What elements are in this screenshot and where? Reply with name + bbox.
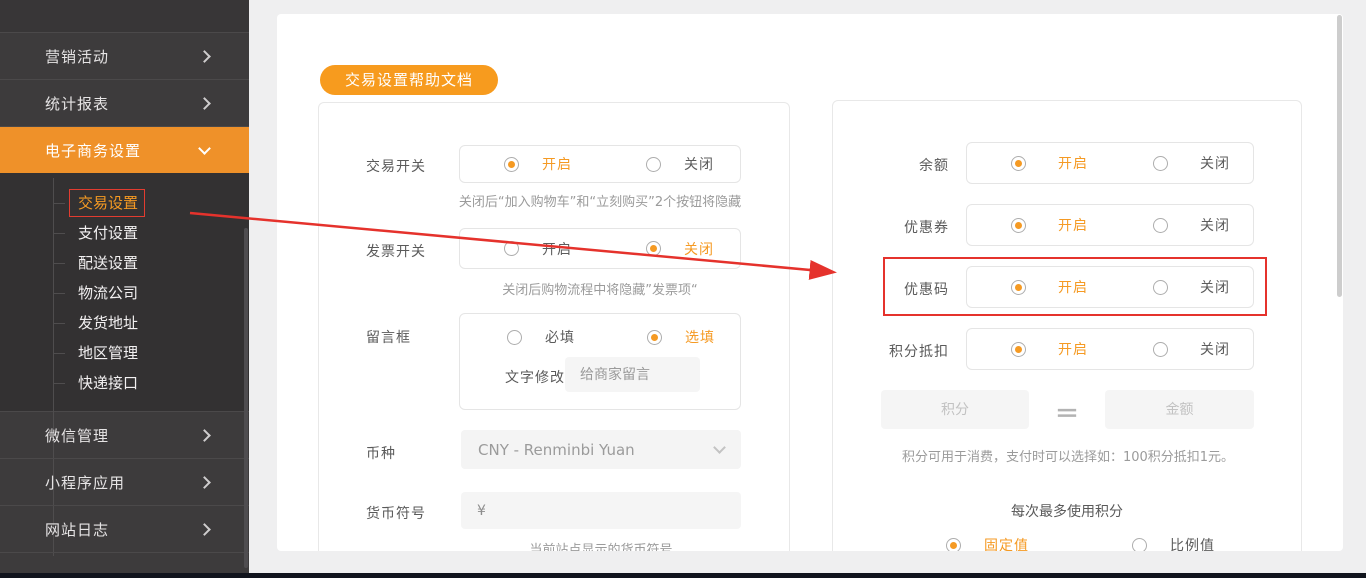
radio-off-option[interactable]: 关闭 — [1153, 339, 1230, 359]
radio-selected-icon — [1011, 279, 1026, 295]
sidebar-item-label: 统计报表 — [45, 94, 110, 113]
sidebar-item-label: 微信管理 — [45, 426, 110, 445]
balance-switch-group: 开启 关闭 — [966, 142, 1254, 184]
radio-on-option[interactable]: 开启 — [504, 239, 572, 259]
radio-unselected-icon — [1132, 537, 1147, 551]
radio-optional-option[interactable]: 选填 — [647, 327, 715, 347]
radio-on-option[interactable]: 开启 — [504, 154, 572, 174]
transaction-switch-label: 交易开关 — [366, 159, 426, 175]
radio-ratio-value-option[interactable]: 比例值 — [1132, 535, 1215, 551]
radio-selected-icon — [1011, 341, 1026, 357]
radio-unselected-icon — [507, 329, 522, 345]
radio-unselected-icon — [646, 156, 661, 172]
sidebar-scrollbar[interactable] — [244, 228, 248, 568]
coupon-code-switch-group: 开启 关闭 — [966, 266, 1254, 308]
radio-selected-icon — [647, 329, 662, 345]
text-modify-label: 文字修改 — [505, 370, 565, 386]
submenu-item-logistics-company[interactable]: 物流公司 — [52, 278, 138, 308]
coupon-code-label: 优惠码 — [904, 282, 949, 298]
chevron-right-icon — [198, 96, 211, 110]
radio-unselected-icon — [1153, 279, 1168, 295]
transaction-switch-group: 开启 关闭 — [459, 145, 741, 183]
sidebar-item-miniprogram[interactable]: 小程序应用 — [0, 459, 249, 506]
ecommerce-submenu: 交易设置 支付设置 配送设置 物流公司 发货地址 地区管理 快递接口 — [0, 173, 249, 556]
radio-unselected-icon — [1153, 341, 1168, 357]
message-box-group: 必填 选填 文字修改 — [459, 313, 741, 410]
sidebar-item-wechat[interactable]: 微信管理 — [0, 412, 249, 459]
invoice-switch-helper: 关闭后购物流程中将隐藏”发票项“ — [502, 283, 698, 298]
sidebar: 营销活动 统计报表 电子商务设置 交易设置 支付设置 配送设置 物流公司 发货地… — [0, 0, 249, 573]
radio-unselected-icon — [1153, 155, 1168, 171]
balance-label: 余额 — [919, 158, 949, 174]
radio-off-option[interactable]: 关闭 — [646, 154, 714, 174]
sidebar-item-label: 营销活动 — [45, 47, 110, 66]
chevron-right-icon — [198, 475, 211, 489]
points-input[interactable] — [881, 390, 1029, 429]
chevron-down-icon — [713, 441, 726, 454]
sidebar-item-statistics[interactable]: 统计报表 — [0, 80, 249, 127]
taskbar-edge-strip — [0, 573, 1366, 578]
radio-on-option[interactable]: 开启 — [1011, 153, 1088, 173]
radio-unselected-icon — [504, 241, 519, 256]
sidebar-top-partial-item — [0, 0, 249, 33]
currency-label: 币种 — [366, 446, 396, 462]
radio-selected-icon — [646, 241, 661, 256]
radio-off-option[interactable]: 关闭 — [1153, 277, 1230, 297]
chevron-right-icon — [198, 428, 211, 442]
message-text-input[interactable] — [565, 357, 700, 392]
coupon-label: 优惠券 — [904, 220, 949, 236]
points-helper: 积分可用于消费，支付时可以选择如：100积分抵扣1元。 — [901, 450, 1235, 465]
radio-fixed-value-option[interactable]: 固定值 — [946, 535, 1029, 551]
coupon-switch-group: 开启 关闭 — [966, 204, 1254, 246]
submenu-item-region-management[interactable]: 地区管理 — [52, 338, 138, 368]
help-doc-button[interactable]: 交易设置帮助文档 — [320, 65, 499, 95]
radio-selected-icon — [1011, 155, 1026, 171]
currency-select[interactable]: CNY - Renminbi Yuan — [461, 430, 741, 469]
chevron-down-icon — [198, 141, 211, 155]
chevron-right-icon — [198, 522, 211, 536]
chevron-right-icon — [198, 49, 211, 63]
invoice-switch-group: 开启 关闭 — [459, 228, 741, 269]
main-content-panel: 交易设置帮助文档 交易开关 开启 关闭 关闭后“加入购物车”和“立刻购买”2个按… — [277, 14, 1343, 551]
sidebar-item-label: 小程序应用 — [45, 473, 126, 492]
sidebar-item-site-logs[interactable]: 网站日志 — [0, 506, 249, 553]
max-points-label: 每次最多使用积分 — [1011, 504, 1123, 520]
transaction-switch-helper: 关闭后“加入购物车”和“立刻购买”2个按钮将隐藏 — [458, 195, 742, 210]
sidebar-item-ecommerce-settings[interactable]: 电子商务设置 — [0, 127, 249, 173]
points-deduction-label: 积分抵扣 — [889, 344, 949, 360]
sidebar-item-label: 网站日志 — [45, 520, 110, 539]
sidebar-item-marketing[interactable]: 营销活动 — [0, 33, 249, 80]
radio-selected-icon — [946, 537, 961, 551]
radio-selected-icon — [504, 156, 519, 172]
currency-symbol-input[interactable] — [461, 492, 741, 529]
currency-select-value: CNY - Renminbi Yuan — [478, 440, 635, 459]
submenu-item-shipping-address[interactable]: 发货地址 — [52, 308, 138, 338]
radio-on-option[interactable]: 开启 — [1011, 277, 1088, 297]
submenu-item-delivery-settings[interactable]: 配送设置 — [52, 248, 138, 278]
radio-selected-icon — [1011, 217, 1026, 233]
radio-required-option[interactable]: 必填 — [507, 327, 575, 347]
currency-symbol-helper: 当前站点显示的货币符号 — [529, 543, 673, 551]
radio-unselected-icon — [1153, 217, 1168, 233]
message-box-label: 留言框 — [366, 330, 411, 346]
transaction-settings-card: 交易开关 开启 关闭 关闭后“加入购物车”和“立刻购买”2个按钮将隐藏 发票开关… — [318, 102, 790, 551]
currency-symbol-label: 货币符号 — [366, 506, 426, 522]
submenu-item-express-interface[interactable]: 快递接口 — [52, 368, 138, 398]
radio-off-option[interactable]: 关闭 — [1153, 215, 1230, 235]
submenu-item-transaction-settings[interactable]: 交易设置 — [52, 188, 145, 218]
radio-on-option[interactable]: 开启 — [1011, 215, 1088, 235]
submenu-item-payment-settings[interactable]: 支付设置 — [52, 218, 138, 248]
radio-off-option[interactable]: 关闭 — [646, 239, 714, 259]
radio-on-option[interactable]: 开启 — [1011, 339, 1088, 359]
invoice-switch-label: 发票开关 — [366, 244, 426, 260]
equals-sign: ＝ — [1055, 400, 1079, 428]
discount-settings-card: 余额 开启 关闭 优惠券 开启 关闭 优惠码 开启 关闭 积分抵扣 开启 关闭 … — [832, 100, 1302, 551]
sidebar-item-label: 电子商务设置 — [45, 141, 142, 160]
points-deduction-switch-group: 开启 关闭 — [966, 328, 1254, 370]
content-scrollbar[interactable] — [1337, 15, 1342, 297]
amount-input[interactable] — [1105, 390, 1254, 429]
radio-off-option[interactable]: 关闭 — [1153, 153, 1230, 173]
